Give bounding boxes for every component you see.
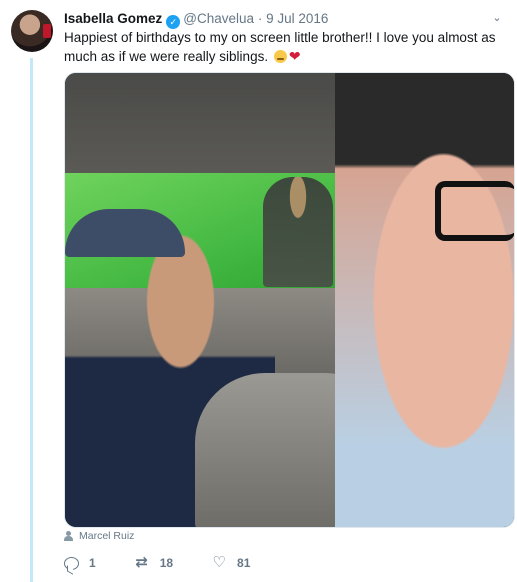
like-button[interactable]: ♡ 81 <box>211 555 250 571</box>
tweet-text: Happiest of birthdays to my on screen li… <box>64 28 504 66</box>
retweet-count: 18 <box>159 556 174 570</box>
thread-line <box>30 58 33 582</box>
like-count: 81 <box>237 556 251 570</box>
chevron-down-icon[interactable]: ⌄ <box>491 12 503 24</box>
tweet-photo[interactable] <box>64 72 515 528</box>
person-icon <box>64 531 73 541</box>
retweet-button[interactable]: ⇄ 18 <box>134 555 173 571</box>
action-bar: 1 ⇄ 18 ♡ 81 <box>64 555 288 571</box>
glasses <box>435 181 514 241</box>
tweet[interactable]: Isabella Gomez ✓ @Chavelua · 9 Jul 2016 ⌄ … <box>0 0 517 582</box>
photo-credit[interactable]: Marcel Ruiz <box>64 530 134 542</box>
avatar[interactable] <box>11 10 53 52</box>
author-handle[interactable]: @Chavelua <box>183 11 254 26</box>
verified-badge-icon: ✓ <box>166 15 181 29</box>
tweet-header: Isabella Gomez ✓ @Chavelua · 9 Jul 2016 <box>64 10 487 29</box>
reply-button[interactable]: 1 <box>64 556 96 570</box>
woman-in-glasses <box>335 73 514 527</box>
credit-name: Marcel Ruiz <box>79 530 135 542</box>
author-name[interactable]: Isabella Gomez <box>64 11 162 26</box>
heart-emoji-icon: ❤ <box>288 48 301 64</box>
retweet-icon: ⇄ <box>135 554 148 571</box>
separator-dot: · <box>257 11 263 26</box>
avatar-badge <box>43 24 51 38</box>
reply-icon <box>64 556 79 570</box>
reply-count: 1 <box>89 556 96 570</box>
heart-icon: ♡ <box>212 554 226 571</box>
tweet-date[interactable]: 9 Jul 2016 <box>266 11 328 26</box>
face-with-tongue-icon <box>273 50 287 63</box>
